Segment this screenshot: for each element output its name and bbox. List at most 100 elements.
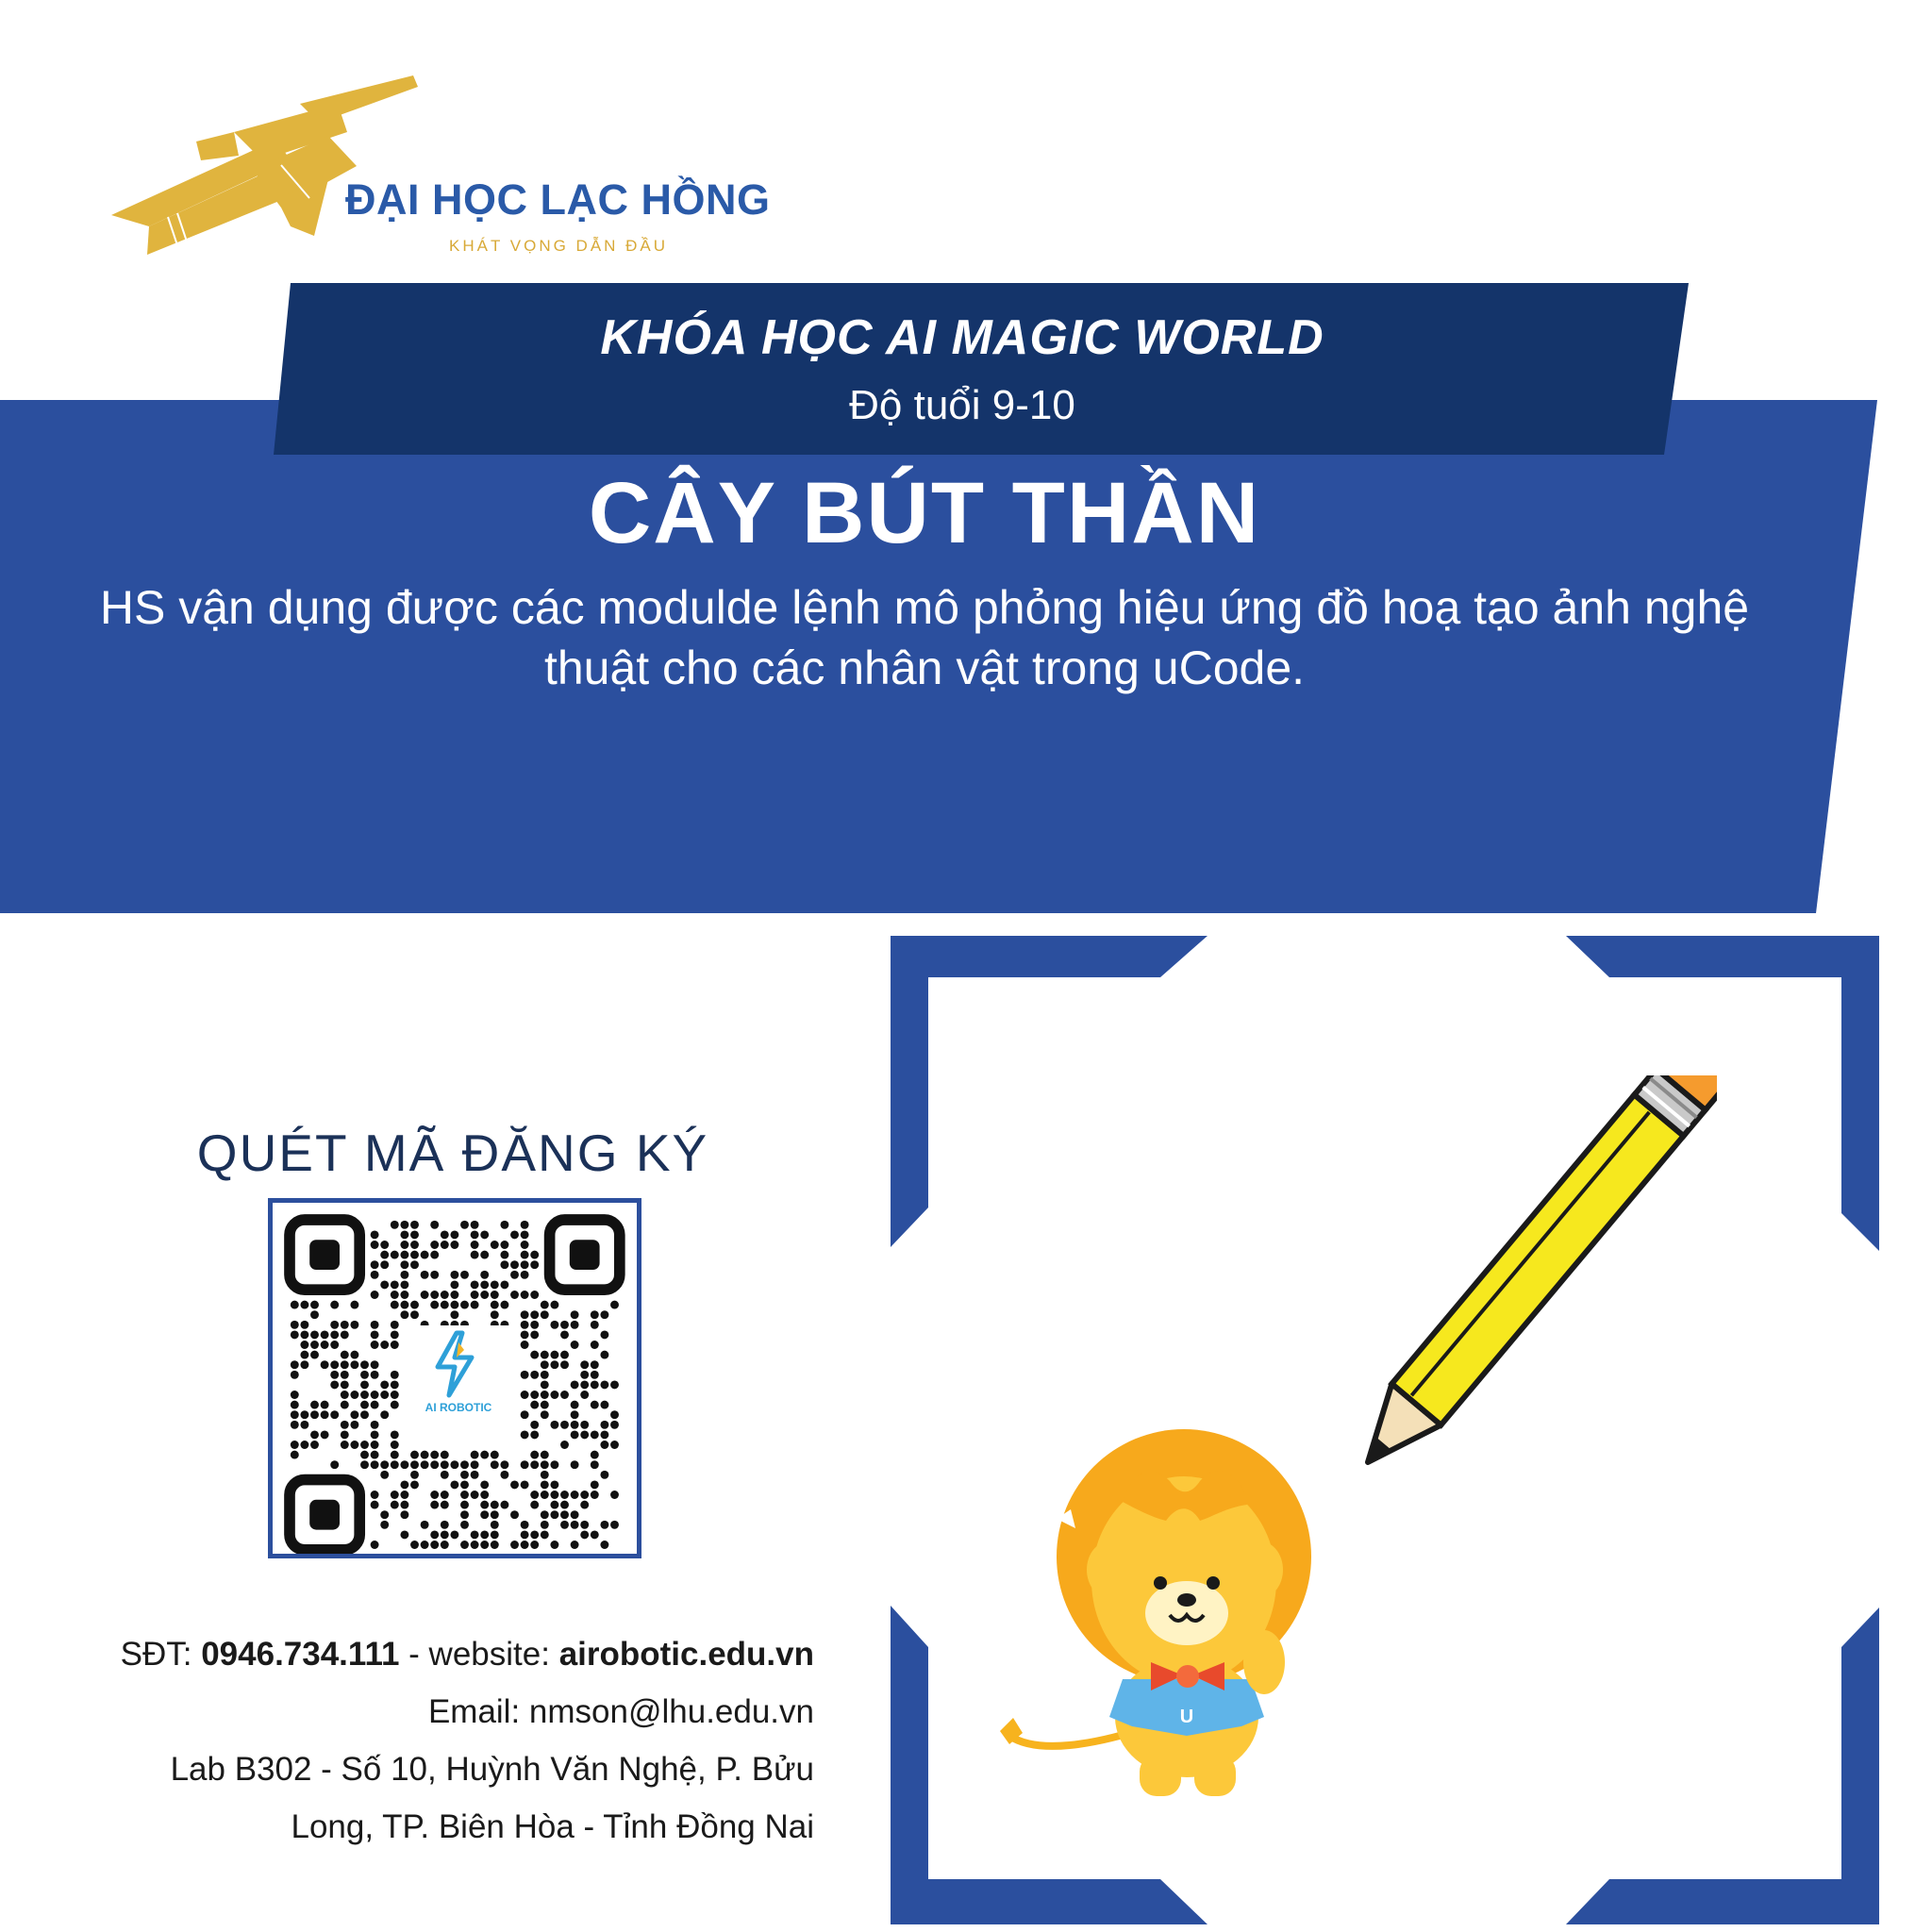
qr-module	[410, 1541, 419, 1549]
qr-module	[340, 1330, 349, 1340]
qr-module	[390, 1450, 399, 1459]
qr-module	[450, 1460, 459, 1470]
qr-module	[540, 1391, 549, 1399]
qr-module	[510, 1480, 519, 1490]
qr-module	[440, 1470, 449, 1479]
qr-module	[560, 1420, 569, 1429]
qr-module	[420, 1250, 429, 1259]
qr-module	[550, 1360, 559, 1370]
qr-module	[300, 1320, 309, 1329]
qr-module	[570, 1520, 579, 1529]
qr-module	[450, 1270, 459, 1279]
qr-module	[530, 1541, 540, 1549]
qr-module	[490, 1291, 499, 1299]
phone-number[interactable]: 0946.734.111	[201, 1636, 399, 1673]
frame-corner-top-left	[891, 936, 1208, 1247]
qr-module	[580, 1420, 590, 1429]
qr-module	[490, 1241, 499, 1249]
qr-finder-eye	[569, 1240, 600, 1270]
qr-module	[580, 1360, 590, 1370]
qr-module	[550, 1391, 559, 1399]
qr-module	[430, 1491, 440, 1499]
qr-module	[530, 1491, 540, 1499]
qr-module	[470, 1450, 479, 1459]
qr-module	[530, 1370, 540, 1379]
qr-module	[380, 1410, 390, 1420]
qr-finder-eye	[309, 1240, 340, 1270]
qr-module	[610, 1420, 619, 1429]
qr-module	[380, 1241, 390, 1249]
qr-module	[390, 1250, 399, 1259]
qr-module	[560, 1500, 569, 1509]
qr-module	[580, 1391, 590, 1399]
qr-module	[480, 1500, 490, 1509]
lesson-description: HS vận dụng được các modulde lệnh mô phỏ…	[99, 581, 1750, 694]
qr-module	[480, 1510, 490, 1520]
qr-module	[470, 1291, 479, 1299]
qr-module	[520, 1230, 529, 1240]
qr-module	[600, 1330, 609, 1340]
qr-module	[450, 1480, 459, 1490]
qr-module	[340, 1420, 349, 1429]
qr-module	[290, 1391, 299, 1399]
qr-module	[490, 1500, 499, 1509]
qr-module	[370, 1360, 379, 1370]
qr-module	[500, 1220, 509, 1229]
qr-module	[410, 1260, 419, 1270]
qr-module	[530, 1391, 540, 1399]
qr-module	[330, 1341, 340, 1349]
lesson-title: CÂY BÚT THẦN	[588, 465, 1261, 561]
qr-module	[320, 1410, 329, 1420]
qr-module	[330, 1380, 340, 1390]
qr-module	[530, 1350, 540, 1359]
qr-module	[370, 1260, 379, 1270]
qr-module	[400, 1300, 409, 1309]
qr-module	[530, 1530, 540, 1540]
qr-module	[580, 1430, 590, 1440]
qr-module	[550, 1500, 559, 1509]
qr-module	[500, 1260, 509, 1270]
qr-module	[420, 1450, 429, 1459]
qr-module	[540, 1410, 549, 1420]
registration-qr-code[interactable]: AI ROBOTIC	[268, 1198, 641, 1558]
qr-module	[350, 1360, 359, 1370]
qr-module	[400, 1530, 409, 1540]
qr-module	[390, 1291, 399, 1299]
qr-module	[310, 1441, 319, 1449]
qr-module	[360, 1391, 369, 1399]
qr-module	[390, 1341, 399, 1349]
qr-module	[590, 1320, 599, 1329]
qr-module	[370, 1420, 379, 1429]
qr-module	[310, 1310, 319, 1320]
qr-module	[470, 1491, 479, 1499]
contact-email[interactable]: Email: nmson@lhu.edu.vn	[428, 1693, 814, 1731]
qr-module	[390, 1380, 399, 1390]
qr-module	[510, 1291, 519, 1299]
qr-module	[590, 1480, 599, 1490]
qr-module	[530, 1420, 540, 1429]
qr-module	[470, 1280, 479, 1290]
qr-module	[410, 1220, 419, 1229]
qr-module	[500, 1241, 509, 1249]
qr-module	[460, 1500, 469, 1509]
qr-module	[390, 1280, 399, 1290]
qr-module	[310, 1400, 319, 1409]
qr-module	[550, 1541, 559, 1549]
qr-module	[390, 1320, 399, 1329]
qr-module	[300, 1350, 309, 1359]
qr-module	[290, 1420, 299, 1429]
qr-module	[510, 1541, 519, 1549]
qr-module	[520, 1250, 529, 1259]
qr-module	[340, 1370, 349, 1379]
qr-module	[360, 1410, 369, 1420]
qr-module	[420, 1291, 429, 1299]
qr-module	[480, 1250, 490, 1259]
qr-module	[580, 1370, 590, 1379]
qr-module	[360, 1450, 369, 1459]
qr-module	[480, 1280, 490, 1290]
qr-module	[370, 1341, 379, 1349]
qr-module	[340, 1350, 349, 1359]
qr-module	[370, 1450, 379, 1459]
qr-module	[450, 1300, 459, 1309]
website-link[interactable]: airobotic.edu.vn	[559, 1636, 814, 1673]
